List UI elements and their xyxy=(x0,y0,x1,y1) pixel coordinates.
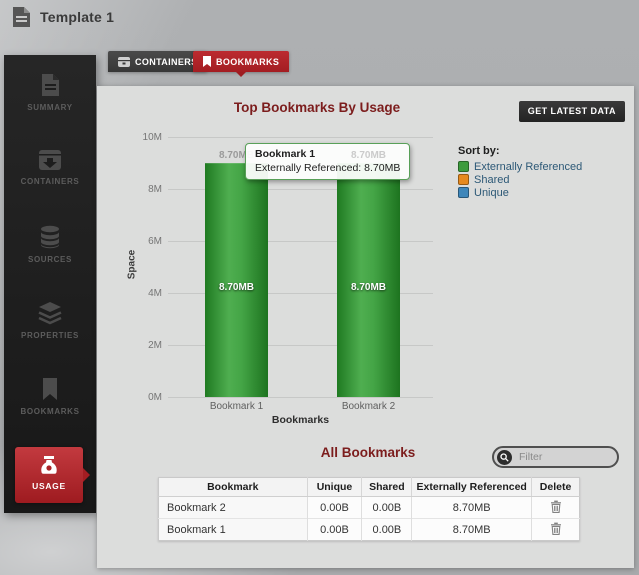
legend-swatch-green xyxy=(458,161,469,172)
table-header-row: Bookmark Unique Shared Externally Refere… xyxy=(159,478,580,497)
cell-externally-referenced: 8.70MB xyxy=(412,497,532,519)
x-tick-label: Bookmark 2 xyxy=(305,401,432,412)
sidebar-item-sources[interactable]: SOURCES xyxy=(4,225,96,264)
column-header-externally-referenced: Externally Referenced xyxy=(412,478,532,497)
filter-input[interactable] xyxy=(512,451,611,463)
column-header-delete: Delete xyxy=(532,478,580,497)
cell-bookmark: Bookmark 2 xyxy=(159,497,308,519)
bar-value-label: 8.70MB xyxy=(337,282,400,293)
y-tick-label: 10M xyxy=(126,132,162,143)
legend-label: Externally Referenced xyxy=(474,161,582,173)
bookmark-tab-icon xyxy=(203,56,211,67)
table-title: All Bookmarks xyxy=(268,445,468,460)
table-row: Bookmark 2 0.00B 0.00B 8.70MB xyxy=(159,497,580,519)
container-tab-icon xyxy=(118,57,130,67)
legend-swatch-blue xyxy=(458,187,469,198)
app-window: Template 1 SUMMARY CONTAINERS xyxy=(0,0,639,575)
template-document-icon xyxy=(12,6,31,28)
bar-bookmark-2[interactable]: 8.70MB xyxy=(337,163,400,397)
x-axis-title: Bookmarks xyxy=(168,414,433,426)
column-header-shared: Shared xyxy=(362,478,412,497)
legend-swatch-orange xyxy=(458,174,469,185)
cell-shared: 0.00B xyxy=(362,497,412,519)
delete-bookmark-button[interactable] xyxy=(550,522,562,535)
cell-delete xyxy=(532,519,580,541)
trash-icon xyxy=(550,500,562,513)
cell-bookmark: Bookmark 1 xyxy=(159,519,308,541)
sidebar-item-label: PROPERTIES xyxy=(4,331,96,340)
legend-item-shared[interactable]: Shared xyxy=(458,173,582,186)
usage-icon xyxy=(38,455,60,477)
sidebar-item-containers[interactable]: CONTAINERS xyxy=(4,149,96,186)
sidebar-item-usage[interactable]: USAGE xyxy=(15,447,83,503)
legend-item-externally-referenced[interactable]: Externally Referenced xyxy=(458,160,582,173)
summary-icon xyxy=(39,73,61,97)
bookmarks-table: Bookmark Unique Shared Externally Refere… xyxy=(158,477,580,541)
gridline xyxy=(168,397,433,398)
cell-unique: 0.00B xyxy=(307,497,362,519)
page-title: Template 1 xyxy=(40,9,114,25)
sidebar-item-label: USAGE xyxy=(15,481,83,491)
properties-icon xyxy=(37,301,63,325)
usage-panel: Top Bookmarks By Usage GET LATEST DATA 1… xyxy=(97,86,634,568)
y-tick-label: 0M xyxy=(126,392,162,403)
sidebar-item-properties[interactable]: PROPERTIES xyxy=(4,301,96,340)
y-tick-label: 2M xyxy=(126,340,162,351)
search-icon xyxy=(497,450,512,465)
column-header-bookmark: Bookmark xyxy=(159,478,308,497)
sidebar-item-label: SUMMARY xyxy=(4,103,96,112)
y-tick-label: 8M xyxy=(126,184,162,195)
bar-chart-plot: 10M 8M 6M 4M 2M 0M Space 8.70MB 8.70MB 8… xyxy=(168,137,433,397)
bookmarks-icon xyxy=(42,377,58,401)
chart-title: Top Bookmarks By Usage xyxy=(157,100,477,115)
column-header-unique: Unique xyxy=(307,478,362,497)
legend-item-unique[interactable]: Unique xyxy=(458,186,582,199)
sources-icon xyxy=(39,225,61,249)
table-row: Bookmark 1 0.00B 0.00B 8.70MB xyxy=(159,519,580,541)
gridline xyxy=(168,137,433,138)
window-header: Template 1 xyxy=(12,6,114,28)
x-tick-label: Bookmark 1 xyxy=(173,401,300,412)
legend-label: Shared xyxy=(474,174,509,186)
cell-shared: 0.00B xyxy=(362,519,412,541)
y-axis-title: Space xyxy=(127,235,138,295)
sidebar-item-summary[interactable]: SUMMARY xyxy=(4,73,96,112)
sidebar: SUMMARY CONTAINERS SOURCES xyxy=(4,55,96,513)
tab-containers-label: CONTAINERS xyxy=(135,57,197,67)
tab-bookmarks-label: BOOKMARKS xyxy=(216,57,279,67)
cell-externally-referenced: 8.70MB xyxy=(412,519,532,541)
containers-icon xyxy=(38,149,62,171)
chart-legend: Sort by: Externally Referenced Shared Un… xyxy=(458,145,582,199)
cell-delete xyxy=(532,497,580,519)
tab-bookmarks[interactable]: BOOKMARKS xyxy=(193,51,289,72)
sidebar-item-bookmarks[interactable]: BOOKMARKS xyxy=(4,377,96,416)
bar-value-label: 8.70MB xyxy=(205,282,268,293)
bar-top-label: 8.70MB xyxy=(337,150,400,161)
tooltip-text: Externally Referenced: 8.70MB xyxy=(255,162,400,174)
filter-field xyxy=(492,446,619,468)
trash-icon xyxy=(550,522,562,535)
chart-tooltip: Bookmark 1 Externally Referenced: 8.70MB xyxy=(245,143,410,180)
sidebar-item-label: SOURCES xyxy=(4,255,96,264)
cell-unique: 0.00B xyxy=(307,519,362,541)
legend-title: Sort by: xyxy=(458,145,582,157)
legend-label: Unique xyxy=(474,187,509,199)
delete-bookmark-button[interactable] xyxy=(550,500,562,513)
sidebar-item-label: BOOKMARKS xyxy=(4,407,96,416)
get-latest-data-button[interactable]: GET LATEST DATA xyxy=(519,101,625,122)
bar-bookmark-1[interactable]: 8.70MB xyxy=(205,163,268,397)
sidebar-item-label: CONTAINERS xyxy=(4,177,96,186)
